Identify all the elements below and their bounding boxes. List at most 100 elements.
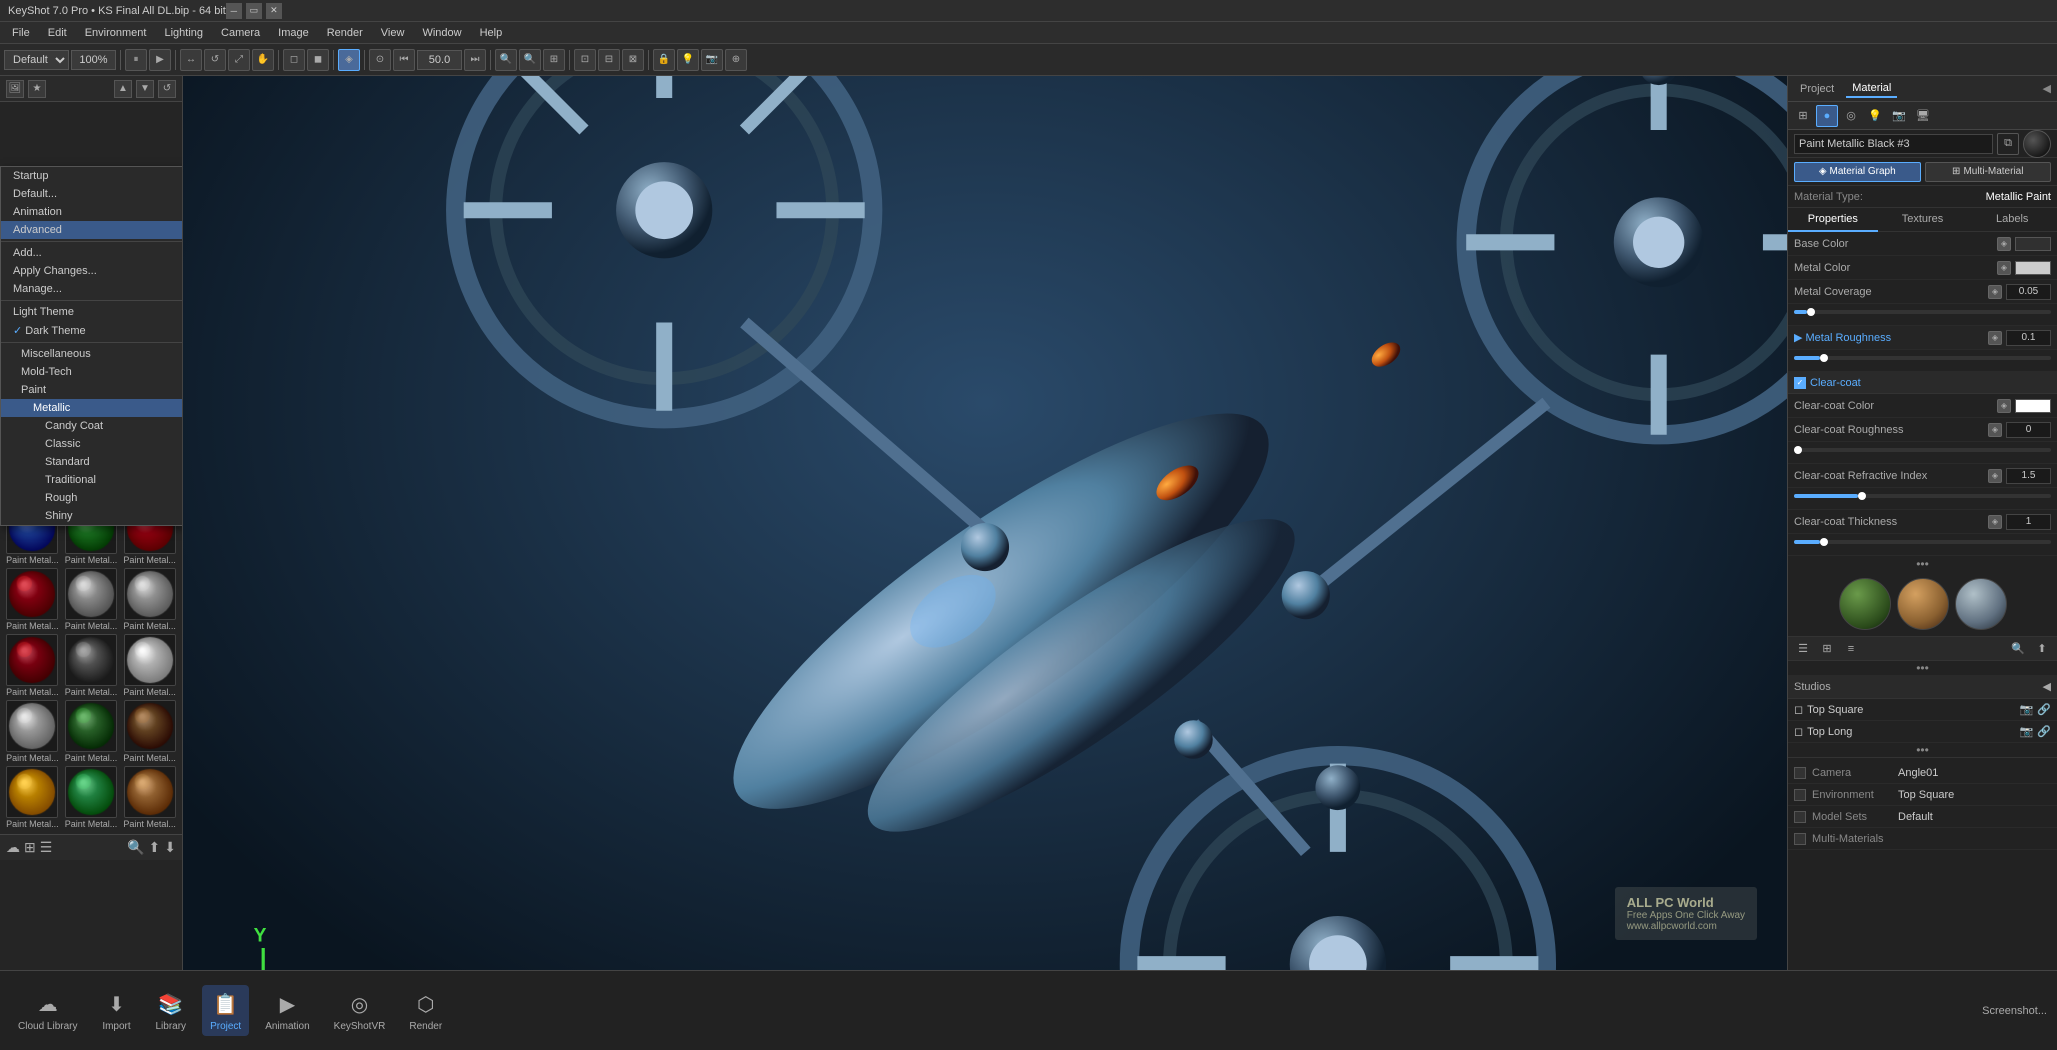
clearcoat-section-header[interactable]: ✓ Clear-coat — [1788, 372, 2057, 394]
scale-btn[interactable]: ⤢ — [228, 49, 250, 71]
menu-render[interactable]: Render — [319, 25, 371, 41]
mat-thumb-17[interactable] — [65, 766, 117, 818]
left-panel-download-icon[interactable]: ⬇ — [164, 839, 176, 856]
rpanel-collapse-btn[interactable]: ◀ — [2043, 82, 2051, 95]
bottom-project[interactable]: 📋 Project — [202, 985, 249, 1036]
dropdown-animation[interactable]: Animation — [1, 203, 182, 221]
front-btn[interactable]: ⊠ — [622, 49, 644, 71]
sidebar-star-btn[interactable]: ★ — [28, 80, 46, 98]
bottom-library[interactable]: 📚 Library — [147, 985, 194, 1036]
props-dots-btn[interactable]: ••• — [1912, 557, 1933, 571]
mat-thumb-10[interactable] — [6, 634, 58, 686]
clearcoat-thickness-info[interactable]: ◈ — [1988, 515, 2002, 529]
dropdown-candy-coat[interactable]: Candy Coat — [1, 417, 182, 435]
bottom-import[interactable]: ⬇ Import — [93, 985, 139, 1036]
menu-environment[interactable]: Environment — [77, 25, 155, 41]
preview-grid-btn[interactable]: ⊞ — [1816, 638, 1838, 660]
metal-color-info[interactable]: ◈ — [1997, 261, 2011, 275]
move-btn[interactable]: ↔ — [180, 49, 202, 71]
preview-list-btn[interactable]: ☰ — [1792, 638, 1814, 660]
menu-file[interactable]: File — [4, 25, 38, 41]
material-name-input[interactable] — [1794, 134, 1993, 154]
bottom-cloud-library[interactable]: ☁ Cloud Library — [10, 985, 85, 1036]
dropdown-traditional[interactable]: Traditional — [1, 471, 182, 489]
dropdown-shiny[interactable]: Shiny — [1, 507, 182, 525]
mat-thumb-7[interactable] — [6, 568, 58, 620]
preset-select[interactable]: Default — [4, 50, 69, 70]
menu-help[interactable]: Help — [472, 25, 511, 41]
preview-search-btn[interactable]: 🔍 — [2007, 638, 2029, 660]
preview-ball-2[interactable] — [1897, 578, 1949, 630]
metal-color-swatch[interactable] — [2015, 261, 2051, 275]
left-panel-list-icon[interactable]: ☰ — [40, 839, 53, 856]
mat-thumb-16[interactable] — [6, 766, 58, 818]
select-btn[interactable]: ◈ — [338, 49, 360, 71]
next-frame-btn[interactable]: ⏭ — [464, 49, 486, 71]
mat-thumb-15[interactable] — [124, 700, 176, 752]
metal-roughness-input[interactable] — [2006, 330, 2051, 346]
mat-thumb-12[interactable] — [124, 634, 176, 686]
left-panel-upload-icon[interactable]: ⬆ — [149, 839, 161, 856]
studio-item-1[interactable]: ◻ Top Square 📷 🔗 — [1788, 699, 2057, 721]
menu-edit[interactable]: Edit — [40, 25, 75, 41]
cam-cb-4[interactable] — [1794, 833, 1806, 845]
mat-name-copy-btn[interactable]: ⧉ — [1997, 133, 2019, 155]
sidebar-nav-btn1[interactable]: ▲ — [114, 80, 132, 98]
multi-mat-btn[interactable]: ⊞ Multi-Material — [1925, 162, 2052, 182]
zoom-input[interactable] — [71, 50, 116, 70]
menu-window[interactable]: Window — [414, 25, 469, 41]
panel-tab-grid[interactable]: ⊞ — [1792, 105, 1814, 127]
clearcoat-roughness-input[interactable] — [2006, 422, 2051, 438]
studios-collapse-icon[interactable]: ◀ — [2043, 680, 2051, 693]
cam-cb-1[interactable] — [1794, 767, 1806, 779]
metal-roughness-info[interactable]: ◈ — [1988, 331, 2002, 345]
maximize-button[interactable]: ▭ — [246, 3, 262, 19]
fit-btn[interactable]: ⊞ — [543, 49, 565, 71]
left-panel-grid-icon[interactable]: ⊞ — [24, 839, 36, 856]
clearcoat-roughness-slider[interactable] — [1788, 448, 2057, 464]
left-panel-search-icon[interactable]: 🔍 — [127, 839, 144, 856]
dropdown-light-theme[interactable]: Light Theme — [1, 303, 182, 321]
preview-up-btn[interactable]: ⬆ — [2031, 638, 2053, 660]
view-btn1[interactable]: ◻ — [283, 49, 305, 71]
dropdown-advanced[interactable]: Advanced — [1, 221, 182, 239]
sidebar-refresh-btn[interactable]: ↺ — [158, 80, 176, 98]
metal-coverage-thumb[interactable] — [1807, 308, 1815, 316]
metal-roughness-slider[interactable] — [1788, 356, 2057, 372]
mat-thumb-11[interactable] — [65, 634, 117, 686]
mat-thumb-8[interactable] — [65, 568, 117, 620]
zoom-out-btn[interactable]: 🔍 — [495, 49, 517, 71]
cam-btn[interactable]: 📷 — [701, 49, 723, 71]
reset-btn[interactable]: ⊙ — [369, 49, 391, 71]
persp-btn[interactable]: ⊟ — [598, 49, 620, 71]
tab-properties[interactable]: Properties — [1788, 208, 1878, 232]
mid-dots-btn[interactable]: ••• — [1912, 661, 1933, 675]
mat-preview-ball[interactable] — [2023, 130, 2051, 158]
viewport[interactable]: X Y Z ALL PC World Free Apps One Click A… — [183, 76, 1787, 970]
clearcoat-color-info[interactable]: ◈ — [1997, 399, 2011, 413]
clearcoat-thickness-input[interactable] — [2006, 514, 2051, 530]
dropdown-paint[interactable]: Paint — [1, 381, 182, 399]
minimize-button[interactable]: ─ — [226, 3, 242, 19]
clearcoat-ri-info[interactable]: ◈ — [1988, 469, 2002, 483]
rotate-btn[interactable]: ↺ — [204, 49, 226, 71]
clearcoat-ri-slider[interactable] — [1788, 494, 2057, 510]
zoom-in-btn[interactable]: 🔍 — [519, 49, 541, 71]
dropdown-miscellaneous[interactable]: Miscellaneous — [1, 345, 182, 363]
preview-filter-btn[interactable]: ≡ — [1840, 638, 1862, 660]
view-btn2[interactable]: ◼ — [307, 49, 329, 71]
panel-tab-screen[interactable]: 🖥 — [1912, 105, 1934, 127]
panel-tab-camera[interactable]: 📷 — [1888, 105, 1910, 127]
left-panel-cloud-icon[interactable]: ☁ — [6, 839, 20, 856]
metal-roughness-expand-icon[interactable]: ▶ — [1794, 332, 1806, 344]
metal-coverage-slider[interactable] — [1788, 310, 2057, 326]
dropdown-standard[interactable]: Standard — [1, 453, 182, 471]
preview-ball-3[interactable] — [1955, 578, 2007, 630]
base-color-swatch[interactable] — [2015, 237, 2051, 251]
clearcoat-ri-input[interactable] — [2006, 468, 2051, 484]
cam-cb-2[interactable] — [1794, 789, 1806, 801]
screenshot-btn[interactable]: Screenshot... — [1982, 1005, 2047, 1017]
clearcoat-checkbox[interactable]: ✓ — [1794, 377, 1806, 389]
clearcoat-color-swatch[interactable] — [2015, 399, 2051, 413]
light-btn2[interactable]: 💡 — [677, 49, 699, 71]
